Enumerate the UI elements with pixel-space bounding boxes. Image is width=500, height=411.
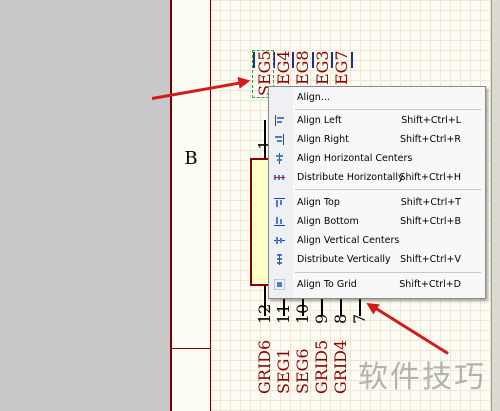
pin-number-9: 9	[312, 313, 331, 324]
pin-name-grid5[interactable]: GRID5	[312, 340, 331, 394]
align-horizontal-centers-icon	[276, 153, 283, 164]
menu-item-distribute-vertically[interactable]: Distribute Vertically Shift+Ctrl+V	[269, 250, 485, 269]
align-to-grid-icon	[274, 279, 285, 290]
pin-number-7: 7	[350, 313, 369, 324]
pin-number-8: 8	[331, 313, 350, 324]
menu-item-shortcut: Shift+Ctrl+L	[401, 115, 461, 126]
align-left-icon	[275, 115, 284, 126]
menu-item-label: Align Bottom	[297, 216, 359, 227]
menu-item-shortcut: Shift+Ctrl+T	[400, 197, 461, 208]
align-vertical-centers-icon	[274, 237, 285, 244]
left-panel	[0, 0, 170, 411]
menu-separator	[295, 189, 481, 190]
wire-marker	[292, 52, 294, 68]
zone-strip	[172, 0, 211, 411]
menu-item-align-left[interactable]: Align Left Shift+Ctrl+L	[269, 111, 485, 130]
pin-name-seg1[interactable]: SEG1	[274, 348, 293, 394]
distribute-vertically-icon	[277, 254, 282, 265]
wire-marker	[351, 52, 353, 68]
menu-item-label: Distribute Horizontally	[297, 172, 404, 183]
zone-divider	[172, 348, 210, 349]
menu-separator	[295, 272, 481, 273]
menu-item-label: Align Vertical Centers	[297, 235, 400, 246]
menu-item-align[interactable]: Align...	[269, 88, 485, 107]
menu-item-label: Distribute Vertically	[297, 254, 391, 265]
scrollbar[interactable]	[491, 0, 500, 411]
menu-item-distribute-horizontally[interactable]: Distribute Horizontally Shift+Ctrl+H	[269, 168, 485, 187]
menu-item-label: Align Top	[297, 197, 340, 208]
menu-item-label: Align Left	[297, 115, 342, 126]
menu-item-shortcut: Shift+Ctrl+H	[399, 172, 461, 183]
menu-item-label: Align Right	[297, 134, 349, 145]
align-bottom-icon	[274, 217, 285, 226]
zone-label: B	[184, 148, 198, 169]
context-menu: Align... Align Left Shift+Ctrl+L Align R…	[268, 86, 486, 299]
menu-item-label: Align...	[297, 92, 330, 103]
pin-number-11: 11	[274, 303, 293, 324]
pin-line	[264, 120, 266, 158]
align-right-icon	[275, 134, 284, 145]
align-top-icon	[274, 198, 285, 207]
wire-marker	[331, 52, 333, 68]
menu-item-label: Align Horizontal Centers	[297, 153, 413, 164]
menu-item-label: Align To Grid	[297, 279, 357, 290]
menu-item-shortcut: Shift+Ctrl+D	[399, 279, 461, 290]
menu-item-shortcut: Shift+Ctrl+B	[400, 216, 461, 227]
menu-item-shortcut: Shift+Ctrl+R	[399, 134, 461, 145]
pin-name-seg6[interactable]: SEG6	[293, 348, 312, 394]
pin-name-grid4[interactable]: GRID4	[331, 340, 350, 394]
wire-marker	[312, 52, 314, 68]
menu-item-align-bottom[interactable]: Align Bottom Shift+Ctrl+B	[269, 212, 485, 231]
distribute-horizontally-icon	[274, 175, 285, 180]
menu-separator	[295, 109, 481, 110]
pin-number-12: 12	[255, 303, 274, 324]
watermark: 软件技巧	[358, 360, 486, 395]
menu-item-align-right[interactable]: Align Right Shift+Ctrl+R	[269, 130, 485, 149]
menu-item-align-horizontal-centers[interactable]: Align Horizontal Centers	[269, 149, 485, 168]
menu-item-align-vertical-centers[interactable]: Align Vertical Centers	[269, 231, 485, 250]
menu-item-align-top[interactable]: Align Top Shift+Ctrl+T	[269, 193, 485, 212]
pin-number-10: 10	[293, 303, 312, 324]
menu-item-shortcut: Shift+Ctrl+V	[400, 254, 461, 265]
pin-name-grid6[interactable]: GRID6	[255, 340, 274, 394]
menu-item-align-to-grid[interactable]: Align To Grid Shift+Ctrl+D	[269, 275, 485, 294]
